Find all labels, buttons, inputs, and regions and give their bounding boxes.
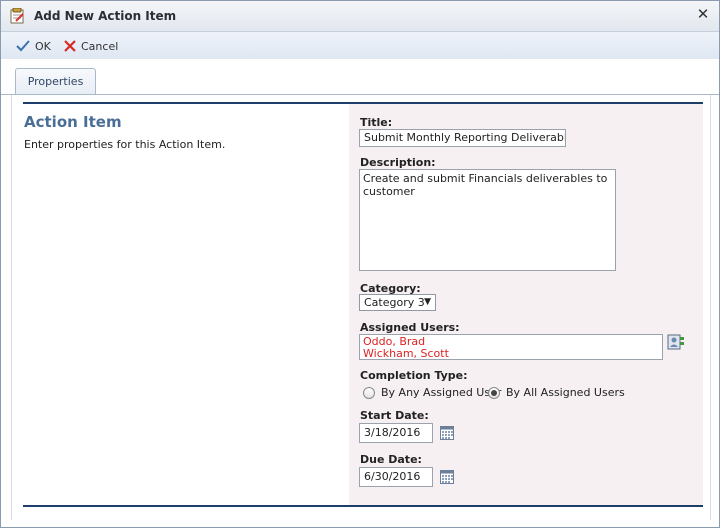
bottom-rule	[23, 505, 703, 507]
form-pane: Title: Submit Monthly Reporting Delivera…	[349, 104, 703, 505]
start-date-label: Start Date:	[360, 409, 429, 422]
dialog-window: Add New Action Item ✕ OK Cancel Properti…	[0, 0, 720, 528]
assigned-users-list[interactable]: Oddo, Brad Wickham, Scott	[359, 334, 663, 360]
title-label: Title:	[360, 116, 393, 129]
due-date-label: Due Date:	[360, 453, 422, 466]
cancel-button[interactable]: Cancel	[64, 38, 118, 54]
description-textarea[interactable]: Create and submit Financials deliverable…	[359, 169, 616, 271]
category-value: Category 3	[364, 296, 425, 309]
notepad-icon	[10, 7, 24, 24]
assigned-user: Wickham, Scott	[363, 347, 449, 360]
radio-label: By Any Assigned User	[381, 386, 502, 399]
ok-label: OK	[35, 39, 51, 53]
close-icon[interactable]: ✕	[695, 6, 711, 22]
radio-label: By All Assigned Users	[506, 386, 625, 399]
address-book-icon[interactable]	[667, 334, 685, 350]
title-bar: Add New Action Item ✕	[1, 1, 719, 32]
title-input[interactable]: Submit Monthly Reporting Deliverables	[359, 129, 566, 147]
radio-button-selected[interactable]	[488, 386, 500, 399]
radio-button[interactable]	[363, 386, 375, 399]
toolbar: OK Cancel	[1, 32, 719, 60]
tab-strip: Properties	[1, 59, 719, 95]
cancel-label: Cancel	[81, 39, 119, 53]
radio-all-assigned-users[interactable]: By All Assigned Users	[488, 386, 625, 399]
ok-button[interactable]: OK	[16, 38, 51, 54]
x-icon	[64, 40, 76, 52]
calendar-icon[interactable]	[440, 470, 454, 484]
checkmark-icon	[16, 40, 30, 52]
tab-properties[interactable]: Properties	[15, 68, 96, 95]
dialog-title: Add New Action Item	[34, 9, 177, 23]
due-date-input[interactable]: 6/30/2016	[359, 467, 433, 487]
calendar-icon[interactable]	[440, 426, 454, 440]
start-date-input[interactable]: 3/18/2016	[359, 423, 433, 443]
left-pane: Action Item Enter properties for this Ac…	[23, 104, 349, 505]
category-select[interactable]: Category 3 ▼	[359, 294, 436, 311]
completion-type-label: Completion Type:	[360, 369, 468, 382]
assigned-users-label: Assigned Users:	[360, 321, 460, 334]
description-label: Description:	[360, 156, 436, 169]
radio-any-assigned-user[interactable]: By Any Assigned User	[363, 386, 501, 399]
dropdown-arrow-icon: ▼	[424, 297, 431, 307]
section-description: Enter properties for this Action Item.	[24, 138, 226, 151]
section-title: Action Item	[24, 113, 122, 131]
